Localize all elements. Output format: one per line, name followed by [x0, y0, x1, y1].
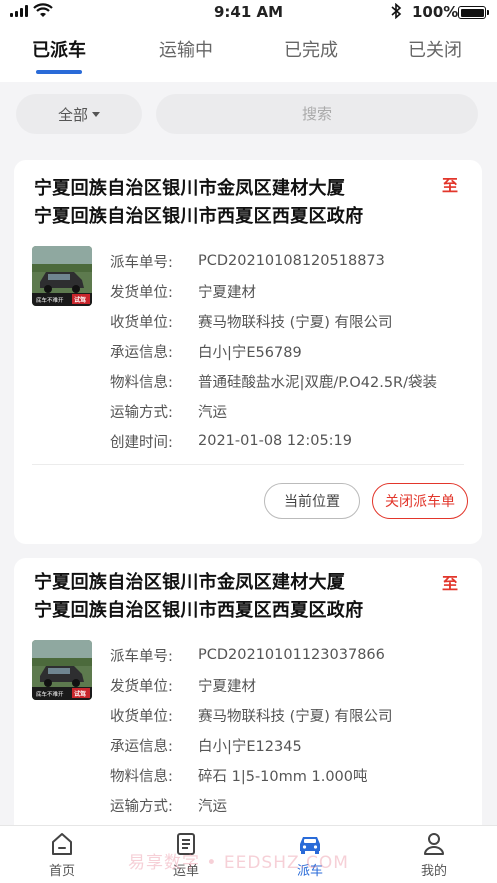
tab-in-transit[interactable]: 运输中	[136, 36, 236, 62]
dispatch-card[interactable]: 宁夏回族自治区银川市金凤区建材大厦 宁夏回族自治区银川市西夏区西夏区政府 至 底…	[14, 558, 482, 848]
category-select[interactable]: 全部	[16, 94, 142, 134]
vehicle-thumbnail: 底车不难开 试驾	[32, 640, 92, 700]
to-label: 至	[441, 574, 458, 593]
destination-address: 宁夏回族自治区银川市西夏区西夏区政府	[34, 206, 364, 227]
status-bar: 9:41 AM 100%	[0, 0, 497, 26]
info-row-transport: 运输方式: 汽运	[110, 404, 227, 421]
nav-label-profile: 我的	[420, 864, 447, 879]
card-divider	[32, 464, 464, 465]
filter-row: 全部	[0, 82, 497, 144]
user-icon	[424, 833, 444, 855]
thumb-caption: 底车不难开	[36, 296, 64, 304]
search-input[interactable]	[156, 94, 478, 134]
origin-address: 宁夏回族自治区银川市金凤区建材大厦	[34, 572, 346, 593]
info-row-material: 物料信息: 碎石 1|5-10mm 1.000吨	[110, 768, 368, 785]
info-row-material: 物料信息: 普通硅酸盐水泥|双鹿/P.O42.5R/袋装	[110, 374, 438, 391]
active-tab-indicator	[36, 70, 82, 74]
thumb-badge: 试驾	[74, 690, 86, 698]
thumb-caption: 底车不难开	[36, 690, 64, 698]
info-row-carrier: 承运信息: 白小|宁E56789	[110, 344, 302, 361]
home-icon	[52, 833, 72, 855]
category-select-value: 全部	[57, 105, 88, 124]
order-info: 派车单号: PCD20210108120518873 发货单位: 宁夏建材 收货单位…	[110, 246, 472, 456]
watermark: 易享数字 • EEDSHZ.COM	[128, 853, 349, 873]
destination-address: 宁夏回族自治区银川市西夏区西夏区政府	[34, 600, 364, 621]
caret-down-icon	[92, 111, 100, 117]
tab-bar: 已派车 运输中 已完成 已关闭	[0, 26, 497, 82]
info-row-transport: 运输方式: 汽运	[110, 798, 227, 815]
info-row-receiver: 收货单位: 赛马物联科技 (宁夏) 有限公司	[110, 708, 393, 725]
dispatch-card[interactable]: 宁夏回族自治区银川市金凤区建材大厦 宁夏回族自治区银川市西夏区西夏区政府 至 底…	[14, 160, 482, 544]
origin-address: 宁夏回族自治区银川市金凤区建材大厦	[34, 178, 346, 199]
info-row-shipper: 发货单位: 宁夏建材	[110, 678, 256, 695]
info-row-created: 创建时间: 2021-01-08 12:05:19	[110, 433, 352, 451]
battery-icon	[458, 6, 486, 19]
info-row-order-no: 派车单号: PCD20210108120518873	[110, 253, 385, 271]
thumb-badge: 试驾	[74, 296, 86, 304]
tab-closed[interactable]: 已关闭	[385, 36, 485, 62]
vehicle-thumbnail: 底车不难开 试驾	[32, 246, 92, 306]
bluetooth-icon	[390, 2, 402, 23]
info-row-shipper: 发货单位: 宁夏建材	[110, 284, 256, 301]
tab-completed[interactable]: 已完成	[261, 36, 361, 62]
close-dispatch-button[interactable]: 关闭派车单	[372, 483, 468, 519]
info-row-order-no: 派车单号: PCD20210101123037866	[110, 647, 385, 665]
battery-percent: 100%	[412, 3, 459, 21]
nav-item-profile[interactable]: 我的	[394, 830, 474, 879]
tab-dispatched[interactable]: 已派车	[9, 36, 109, 62]
nav-label-home: 首页	[48, 864, 75, 879]
order-info: 派车单号: PCD20210101123037866 发货单位: 宁夏建材 收货单位…	[110, 640, 472, 820]
current-location-button[interactable]: 当前位置	[264, 483, 360, 519]
to-label: 至	[441, 176, 458, 195]
nav-item-home[interactable]: 首页	[22, 830, 102, 879]
info-row-carrier: 承运信息: 白小|宁E12345	[110, 738, 302, 755]
info-row-receiver: 收货单位: 赛马物联科技 (宁夏) 有限公司	[110, 314, 393, 331]
